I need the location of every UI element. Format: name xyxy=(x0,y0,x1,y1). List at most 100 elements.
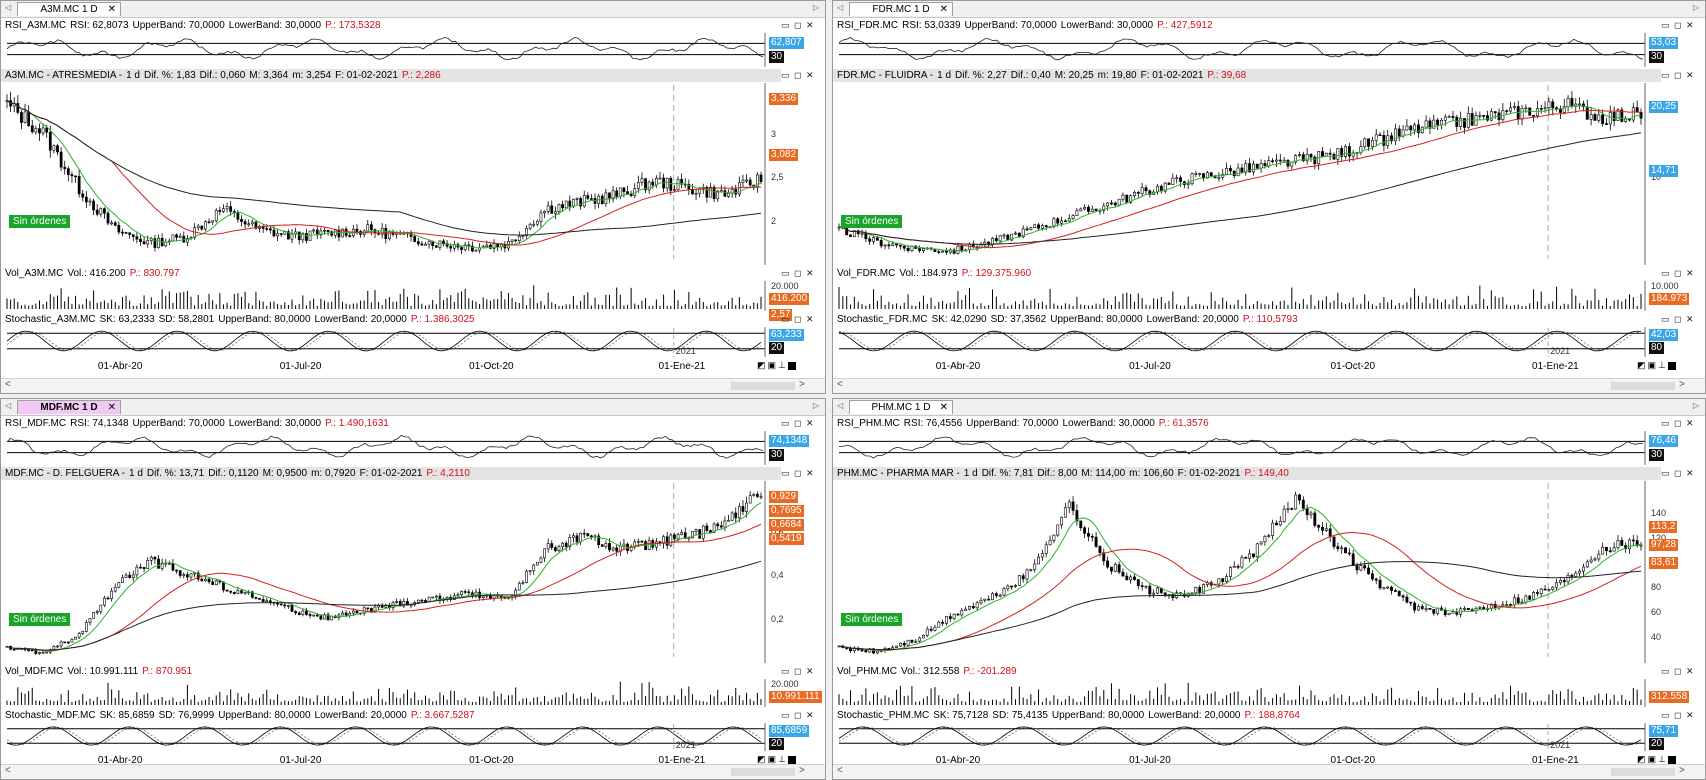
candle-body xyxy=(1440,119,1443,126)
scroll-left-icon[interactable]: < xyxy=(5,765,11,776)
no-orders-label: Sin órdenes xyxy=(9,215,71,228)
chart-type-icon[interactable]: ◩ xyxy=(1637,754,1648,764)
horizontal-scrollbar[interactable]: < > xyxy=(833,764,1705,779)
horizontal-scrollbar[interactable]: < > xyxy=(1,378,825,393)
tab-scroll-right-icon[interactable]: ▷ xyxy=(1693,401,1699,410)
scroll-left-icon[interactable]: < xyxy=(5,379,11,390)
candle-body xyxy=(1416,606,1420,611)
color-square-icon[interactable] xyxy=(1667,361,1676,370)
candle-body xyxy=(1232,170,1236,177)
scrollbar-thumb[interactable] xyxy=(731,768,795,776)
candle-body xyxy=(1555,582,1559,588)
candle-body xyxy=(1386,586,1390,589)
close-tab-icon[interactable]: ✕ xyxy=(108,401,116,415)
candle-body xyxy=(964,608,968,611)
save-icon[interactable]: ▣ xyxy=(1648,754,1659,764)
candle-body xyxy=(991,593,994,601)
candle-body xyxy=(1117,198,1121,206)
tab-scroll-left-icon[interactable]: ◁ xyxy=(837,3,843,12)
volume-value-badge: 10.991.111 xyxy=(769,691,822,703)
candle-body xyxy=(131,234,135,237)
horizontal-scrollbar[interactable]: < > xyxy=(1,764,825,779)
pin-icon[interactable]: ⊥ xyxy=(778,754,788,764)
price-level-badge: 83,61 xyxy=(1649,557,1679,569)
candle-body xyxy=(413,236,417,242)
pin-icon[interactable]: ⊥ xyxy=(1658,754,1668,764)
candle-body xyxy=(521,582,525,584)
candle-body xyxy=(759,495,763,498)
candle-body xyxy=(38,651,41,654)
chart-type-icon[interactable]: ◩ xyxy=(1637,360,1648,370)
chart-toolbar-icons[interactable]: ◩▣⊥ xyxy=(1637,360,1676,371)
scrollbar-thumb[interactable] xyxy=(731,382,795,390)
candle-body xyxy=(694,529,698,532)
candle-body xyxy=(971,606,975,609)
tab-scroll-left-icon[interactable]: ◁ xyxy=(837,401,843,410)
candle-body xyxy=(34,649,38,654)
candle-body xyxy=(1451,116,1455,118)
candle-body xyxy=(211,220,215,223)
stoch-value-badge: 42,03 xyxy=(1649,329,1679,341)
save-icon[interactable]: ▣ xyxy=(1648,360,1659,370)
scroll-right-icon[interactable]: > xyxy=(799,765,805,776)
tab-scroll-left-icon[interactable]: ◁ xyxy=(5,401,11,410)
tab-scroll-left-icon[interactable]: ◁ xyxy=(5,3,11,12)
save-icon[interactable]: ▣ xyxy=(768,754,779,764)
tab-scroll-right-icon[interactable]: ▷ xyxy=(813,401,819,410)
candle-body xyxy=(658,177,662,180)
price-tick-label: 140 xyxy=(1651,507,1667,518)
save-icon[interactable]: ▣ xyxy=(768,360,779,370)
candle-body xyxy=(70,638,74,643)
close-tab-icon[interactable]: ✕ xyxy=(108,3,116,17)
tab-scroll-right-icon[interactable]: ▷ xyxy=(1693,3,1699,12)
candle-body xyxy=(312,229,316,232)
candle-body xyxy=(1493,111,1497,114)
color-square-icon[interactable] xyxy=(1667,755,1676,764)
candle-body xyxy=(121,577,124,583)
pin-icon[interactable]: ⊥ xyxy=(1658,360,1668,370)
candle-body xyxy=(171,563,175,571)
pin-icon[interactable]: ⊥ xyxy=(778,360,788,370)
candle-body xyxy=(1470,113,1474,126)
ma-mid-line xyxy=(839,109,1642,249)
chart-type-icon[interactable]: ◩ xyxy=(757,360,768,370)
candle-body xyxy=(1263,536,1267,543)
scroll-right-icon[interactable]: > xyxy=(1679,379,1685,390)
scrollbar-thumb[interactable] xyxy=(1611,768,1675,776)
candle-body xyxy=(74,175,77,178)
candle-body xyxy=(517,582,521,591)
color-square-icon[interactable] xyxy=(787,361,796,370)
tab-scroll-right-icon[interactable]: ▷ xyxy=(813,3,819,12)
candle-body xyxy=(1520,601,1524,604)
chart-tab-label: A3M.MC 1 D xyxy=(40,4,98,15)
candle-body xyxy=(442,240,445,244)
chart-tab[interactable]: A3M.MC 1 D ✕ xyxy=(17,2,121,16)
chart-tab[interactable]: FDR.MC 1 D ✕ xyxy=(849,2,953,16)
scroll-right-icon[interactable]: > xyxy=(1679,765,1685,776)
horizontal-scrollbar[interactable]: < > xyxy=(833,378,1705,393)
candle-body xyxy=(1006,234,1010,241)
scroll-left-icon[interactable]: < xyxy=(837,379,843,390)
color-square-icon[interactable] xyxy=(787,755,796,764)
price-level-badge: 20,25 xyxy=(1649,101,1679,113)
candle-body xyxy=(510,239,514,242)
candle-body xyxy=(1344,547,1347,554)
stochastic-panel: Stochastic_MDF.MC SK: 85,6859 SD: 76,9999 U… xyxy=(1,709,825,751)
chart-type-icon[interactable]: ◩ xyxy=(757,754,768,764)
candle-body xyxy=(1301,499,1305,509)
close-tab-icon[interactable]: ✕ xyxy=(940,3,948,17)
candle-body xyxy=(1463,118,1466,128)
scroll-left-icon[interactable]: < xyxy=(837,765,843,776)
chart-tab[interactable]: MDF.MC 1 D ✕ xyxy=(17,400,121,414)
candle-body xyxy=(590,535,593,538)
stochastic-plot xyxy=(6,723,766,751)
scrollbar-thumb[interactable] xyxy=(1611,382,1675,390)
candle-body xyxy=(34,128,38,133)
chart-toolbar-icons[interactable]: ◩▣⊥ xyxy=(757,360,796,371)
candle-body xyxy=(1631,107,1635,121)
candle-body xyxy=(297,612,301,615)
close-tab-icon[interactable]: ✕ xyxy=(940,401,948,415)
scroll-right-icon[interactable]: > xyxy=(799,379,805,390)
chart-tab[interactable]: PHM.MC 1 D ✕ xyxy=(849,400,953,414)
candle-body xyxy=(525,570,528,583)
